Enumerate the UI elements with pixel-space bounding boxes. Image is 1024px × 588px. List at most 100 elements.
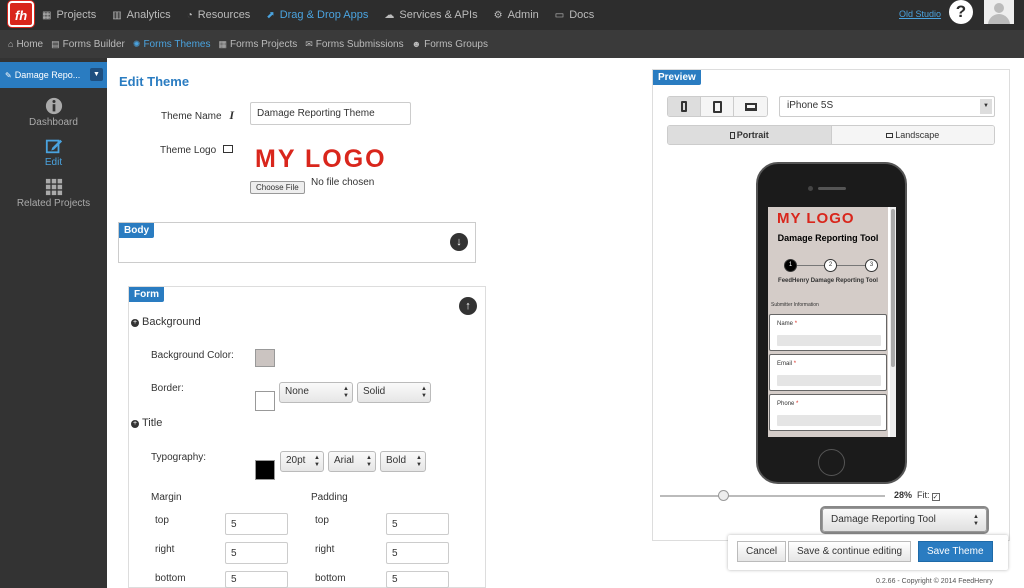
border-style-select[interactable]: Solid ▲ ▼: [357, 382, 431, 403]
landscape-button[interactable]: Landscape: [831, 126, 994, 144]
nav-docs[interactable]: ▭ Docs: [555, 9, 595, 21]
background-section-label: Background: [142, 316, 201, 328]
background-color-swatch[interactable]: [255, 349, 275, 367]
padding-top-input[interactable]: [386, 513, 449, 535]
sidebar-item-edit-label: Edit: [44, 157, 63, 168]
preview-field-phone: Phone *: [769, 394, 887, 431]
subnav-forms-projects[interactable]: ▦ Forms Projects: [219, 39, 298, 50]
margin-right-input[interactable]: [225, 542, 288, 564]
nav-analytics-label: Analytics: [126, 9, 171, 21]
padding-bottom-label: bottom: [315, 573, 346, 584]
nav-resources[interactable]: ◔ Resources: [187, 9, 251, 21]
font-size-select[interactable]: 20pt ▲ ▼: [280, 451, 324, 472]
border-color-swatch[interactable]: [255, 391, 275, 411]
preview-field-label: Name *: [777, 321, 797, 327]
zoom-slider-handle[interactable]: [718, 490, 729, 501]
save-theme-button[interactable]: Save Theme: [918, 541, 993, 562]
portrait-button[interactable]: Portrait: [668, 126, 832, 144]
subnav-forms-themes[interactable]: ✺ Forms Themes: [133, 39, 211, 50]
portrait-label: Portrait: [736, 130, 769, 140]
dashboard-icon: ◔: [186, 9, 193, 21]
subnav-home-label: Home: [16, 38, 44, 50]
phone-camera: [808, 186, 813, 191]
border-width-value: None: [285, 386, 309, 397]
fit-checkbox[interactable]: ✓: [931, 493, 940, 501]
collapse-down-icon[interactable]: ↓: [450, 233, 468, 251]
padding-right-input[interactable]: [386, 542, 449, 564]
nav-admin[interactable]: ⚙ Admin: [494, 9, 539, 21]
list-icon: ▤: [51, 38, 60, 49]
fit-toggle[interactable]: Fit: ✓: [917, 490, 940, 501]
preview-logo: MY LOGO: [777, 210, 855, 227]
portrait-icon: [729, 131, 735, 139]
tablet-icon: [712, 100, 722, 113]
zoom-slider-track[interactable]: [660, 495, 885, 497]
border-style-value: Solid: [363, 386, 386, 397]
theme-logo-label: Theme Logo: [160, 145, 233, 156]
preview-form-select[interactable]: Damage Reporting Tool ▲ ▼: [822, 508, 987, 532]
preview-field-label: Phone *: [777, 401, 798, 407]
top-navbar: fh ▦ Projects ▥ Analytics ◔ Resources ⬈ Drag…: [0, 0, 1024, 30]
margin-bottom-input[interactable]: [225, 571, 288, 588]
edit-icon: [45, 139, 62, 154]
choose-file-button[interactable]: Choose File: [250, 181, 305, 194]
palette-icon: ✺: [132, 38, 141, 49]
typography-color-swatch[interactable]: [255, 460, 275, 480]
background-section-toggle[interactable]: + Background: [131, 316, 201, 328]
project-selector[interactable]: ✎ Damage Repo... ▼: [0, 62, 107, 88]
font-family-select[interactable]: Arial ▲ ▼: [328, 451, 376, 472]
preview-field-email: Email *: [769, 354, 887, 391]
preview-field-input: [777, 415, 881, 426]
subnav-forms-submissions[interactable]: ✉ Forms Submissions: [305, 39, 403, 50]
updown-arrows-icon: ▲ ▼: [366, 455, 372, 468]
padding-top-label: top: [315, 515, 329, 526]
feedhenry-logo[interactable]: fh: [8, 1, 34, 27]
preview-form-subtitle: FeedHenry Damage Reporting Tool: [778, 278, 878, 284]
nav-services-apis[interactable]: ☁ Services & APIs: [384, 9, 477, 21]
save-continue-button[interactable]: Save & continue editing: [788, 541, 912, 562]
screen-scrollbar[interactable]: [890, 207, 896, 437]
margin-top-label: top: [155, 515, 169, 526]
sidebar-item-related-projects[interactable]: Related Projects: [0, 178, 107, 209]
plus-circle-icon: +: [131, 319, 139, 327]
required-mark: *: [794, 321, 798, 327]
title-section-label: Title: [142, 417, 163, 429]
collapse-up-icon[interactable]: ↑: [459, 297, 477, 315]
font-weight-select[interactable]: Bold ▲ ▼: [380, 451, 426, 472]
step-3: 3: [865, 259, 878, 272]
old-studio-link[interactable]: Old Studio: [899, 9, 941, 19]
subnav-forms-builder[interactable]: ▤ Forms Builder: [51, 39, 125, 50]
updown-arrows-icon: ▲ ▼: [314, 455, 320, 468]
nav-projects-label: Projects: [56, 9, 97, 21]
desktop-device-button[interactable]: [734, 97, 767, 116]
nav-projects[interactable]: ▦ Projects: [42, 9, 96, 21]
sidebar-item-edit[interactable]: Edit: [0, 137, 107, 168]
preview-section-title: Submitter Information: [771, 302, 819, 308]
nav-services-apis-label: Services & APIs: [399, 9, 478, 21]
title-section-toggle[interactable]: + Title: [131, 417, 162, 429]
subnav-forms-groups[interactable]: ☻ Forms Groups: [412, 39, 488, 50]
chevron-down-icon[interactable]: ▼: [90, 68, 103, 81]
tablet-device-button[interactable]: [701, 97, 734, 116]
folder-icon: ▭: [554, 9, 565, 21]
theme-name-input[interactable]: [250, 102, 411, 125]
preview-field-label-text: Phone: [777, 401, 795, 407]
avatar[interactable]: [984, 0, 1014, 24]
screen-scrollbar-thumb[interactable]: [891, 209, 895, 367]
font-size-value: 20pt: [286, 455, 306, 466]
preview-tag: Preview: [653, 70, 701, 85]
device-model-select[interactable]: iPhone 5S ▼: [779, 96, 995, 117]
bar-chart-icon: ▥: [112, 9, 122, 21]
sidebar-item-dashboard[interactable]: Dashboard: [0, 97, 107, 128]
subnav-home[interactable]: ⌂ Home: [8, 39, 43, 50]
border-width-select[interactable]: None ▲ ▼: [279, 382, 353, 403]
margin-top-input[interactable]: [225, 513, 288, 535]
envelope-icon: ✉: [305, 38, 313, 49]
phone-device-button[interactable]: [668, 97, 701, 116]
padding-bottom-input[interactable]: [386, 571, 449, 588]
cancel-button[interactable]: Cancel: [737, 541, 787, 562]
nav-drag-drop-apps[interactable]: ⬈ Drag & Drop Apps: [266, 9, 368, 21]
nav-analytics[interactable]: ▥ Analytics: [112, 9, 170, 21]
form-tag: Form: [129, 287, 164, 302]
help-icon[interactable]: ?: [949, 0, 973, 24]
